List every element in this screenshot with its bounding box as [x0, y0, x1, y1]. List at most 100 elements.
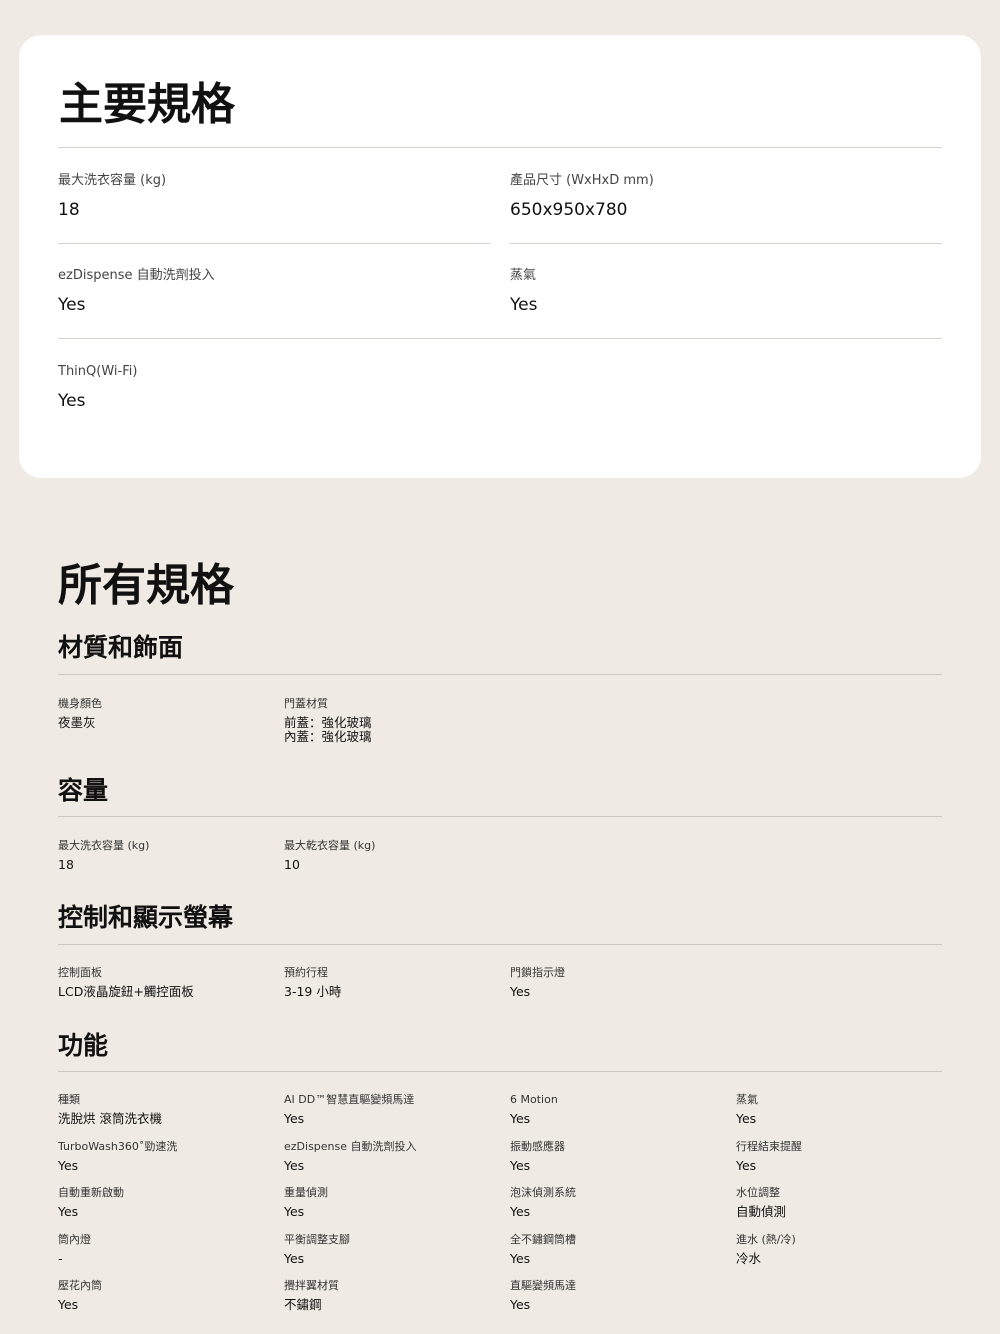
spec-vibration-sensor: 振動感應器 Yes — [510, 1139, 730, 1173]
spec-value: LCD液晶旋鈕+觸控面板 — [58, 984, 194, 999]
spec-label: 最大乾衣容量 (kg) — [284, 839, 376, 852]
all-specs-title: 所有規格 — [58, 560, 234, 611]
spec-label: 泡沫偵測系統 — [510, 1186, 576, 1199]
spec-water-level: 水位調整 自動偵測 — [736, 1185, 956, 1219]
spec-label: ezDispense 自動洗劑投入 — [58, 268, 215, 283]
spec-label: 壓花內筒 — [58, 1279, 102, 1292]
key-spec-thinq: ThinQ(Wi-Fi) Yes — [58, 363, 137, 413]
spec-label: 進水 (熱/冷) — [736, 1233, 796, 1246]
spec-value: 18 — [58, 857, 74, 872]
divider — [510, 243, 942, 244]
key-spec-dimensions: 產品尺寸 (WxHxD mm) 650x950x780 — [510, 172, 654, 222]
section-divider — [58, 674, 942, 675]
spec-value: Yes — [510, 1297, 531, 1312]
spec-6-motion: 6 Motion Yes — [510, 1092, 730, 1126]
spec-label: 攪拌翼材質 — [284, 1279, 339, 1292]
spec-steam: 蒸氣 Yes — [736, 1092, 956, 1126]
spec-value: Yes — [284, 1111, 305, 1126]
spec-control-panel: 控制面板 LCD液晶旋鈕+觸控面板 — [58, 965, 278, 999]
spec-label: 直驅變頻馬達 — [510, 1279, 576, 1292]
spec-value: Yes — [510, 984, 531, 999]
section-divider — [58, 1071, 942, 1072]
spec-value: 冷水 — [736, 1251, 762, 1266]
spec-value: - — [58, 1251, 63, 1266]
spec-value: 夜墨灰 — [58, 715, 96, 730]
spec-ezdispense: ezDispense 自動洗劑投入 Yes — [284, 1139, 504, 1173]
spec-auto-restart: 自動重新啟動 Yes — [58, 1185, 278, 1219]
spec-max-dry-capacity: 最大乾衣容量 (kg) 10 — [284, 838, 504, 872]
spec-label: 門蓋材質 — [284, 697, 328, 710]
spec-value: Yes — [510, 1251, 531, 1266]
spec-value: Yes — [510, 295, 538, 315]
spec-type: 種類 洗脫烘 滾筒洗衣機 — [58, 1092, 278, 1126]
spec-ai-dd-motor: AI DD™智慧直驅變頻馬達 Yes — [284, 1092, 504, 1126]
spec-label: 最大洗衣容量 (kg) — [58, 173, 167, 188]
spec-label: 行程結束提醒 — [736, 1140, 802, 1153]
spec-direct-drive-motor: 直驅變頻馬達 Yes — [510, 1278, 730, 1312]
spec-label: 蒸氣 — [510, 268, 537, 283]
spec-value: 650x950x780 — [510, 200, 628, 220]
spec-value: Yes — [284, 1158, 305, 1173]
spec-value: Yes — [58, 1204, 79, 1219]
spec-value: 18 — [58, 200, 80, 220]
divider — [58, 338, 942, 339]
spec-value: Yes — [58, 295, 86, 315]
spec-embossed-drum: 壓花內筒 Yes — [58, 1278, 278, 1312]
spec-label: AI DD™智慧直驅變頻馬達 — [284, 1093, 415, 1106]
spec-label: 機身顏色 — [58, 697, 102, 710]
spec-label: 水位調整 — [736, 1186, 780, 1199]
spec-door-lock-indicator: 門鎖指示燈 Yes — [510, 965, 730, 999]
spec-door-material: 門蓋材質 前蓋：強化玻璃 內蓋：強化玻璃 — [284, 696, 504, 744]
spec-label: 控制面板 — [58, 966, 102, 979]
spec-label: ThinQ(Wi-Fi) — [58, 364, 138, 379]
spec-value: Yes — [736, 1111, 757, 1126]
spec-label: ezDispense 自動洗劑投入 — [284, 1140, 417, 1153]
key-spec-steam: 蒸氣 Yes — [510, 267, 537, 317]
spec-label: 平衡調整支腳 — [284, 1233, 350, 1246]
spec-value: Yes — [510, 1204, 531, 1219]
spec-label: 筒內燈 — [58, 1233, 91, 1246]
spec-value: 前蓋：強化玻璃 內蓋：強化玻璃 — [284, 715, 372, 744]
spec-label: 蒸氣 — [736, 1093, 758, 1106]
section-title-capacity: 容量 — [58, 776, 109, 805]
section-title-materials: 材質和飾面 — [58, 633, 184, 662]
spec-value: Yes — [736, 1158, 757, 1173]
spec-value: Yes — [58, 1297, 79, 1312]
section-divider — [58, 944, 942, 945]
section-title-features: 功能 — [58, 1031, 109, 1060]
spec-foam-detection: 泡沫偵測系統 Yes — [510, 1185, 730, 1219]
spec-label: 門鎖指示燈 — [510, 966, 565, 979]
key-specs-card: 主要規格 最大洗衣容量 (kg) 18 產品尺寸 (WxHxD mm) 650x… — [19, 35, 981, 478]
spec-delay-timer: 預約行程 3-19 小時 — [284, 965, 504, 999]
spec-cycle-end-alert: 行程結束提醒 Yes — [736, 1139, 956, 1173]
spec-value: Yes — [284, 1251, 305, 1266]
section-divider — [58, 816, 942, 817]
section-title-controls: 控制和顯示螢幕 — [58, 903, 234, 932]
spec-weight-detection: 重量偵測 Yes — [284, 1185, 504, 1219]
spec-stainless-tub: 全不鏽鋼筒槽 Yes — [510, 1232, 730, 1266]
spec-label: 產品尺寸 (WxHxD mm) — [510, 173, 654, 188]
spec-value: 洗脫烘 滾筒洗衣機 — [58, 1111, 162, 1126]
spec-drum-light: 筒內燈 - — [58, 1232, 278, 1266]
spec-label: 預約行程 — [284, 966, 328, 979]
spec-max-wash-capacity: 最大洗衣容量 (kg) 18 — [58, 838, 278, 872]
spec-label: 全不鏽鋼筒槽 — [510, 1233, 576, 1246]
divider — [58, 147, 942, 148]
spec-value: Yes — [58, 1158, 79, 1173]
spec-leveling-feet: 平衡調整支腳 Yes — [284, 1232, 504, 1266]
spec-label: 自動重新啟動 — [58, 1186, 124, 1199]
spec-value: 10 — [284, 857, 300, 872]
spec-label: 種類 — [58, 1093, 80, 1106]
spec-label: 6 Motion — [510, 1093, 558, 1106]
spec-value: Yes — [510, 1158, 531, 1173]
spec-lifter-material: 攪拌翼材質 不鏽鋼 — [284, 1278, 504, 1312]
divider — [58, 243, 490, 244]
spec-value: 自動偵測 — [736, 1204, 787, 1219]
spec-value: Yes — [58, 391, 86, 411]
key-spec-max-wash-capacity: 最大洗衣容量 (kg) 18 — [58, 172, 166, 222]
spec-value: 3-19 小時 — [284, 984, 342, 999]
key-specs-title: 主要規格 — [59, 79, 235, 130]
spec-value: 不鏽鋼 — [284, 1297, 322, 1312]
spec-label: TurboWash360˚勁速洗 — [58, 1140, 178, 1153]
spec-turbowash: TurboWash360˚勁速洗 Yes — [58, 1139, 278, 1173]
